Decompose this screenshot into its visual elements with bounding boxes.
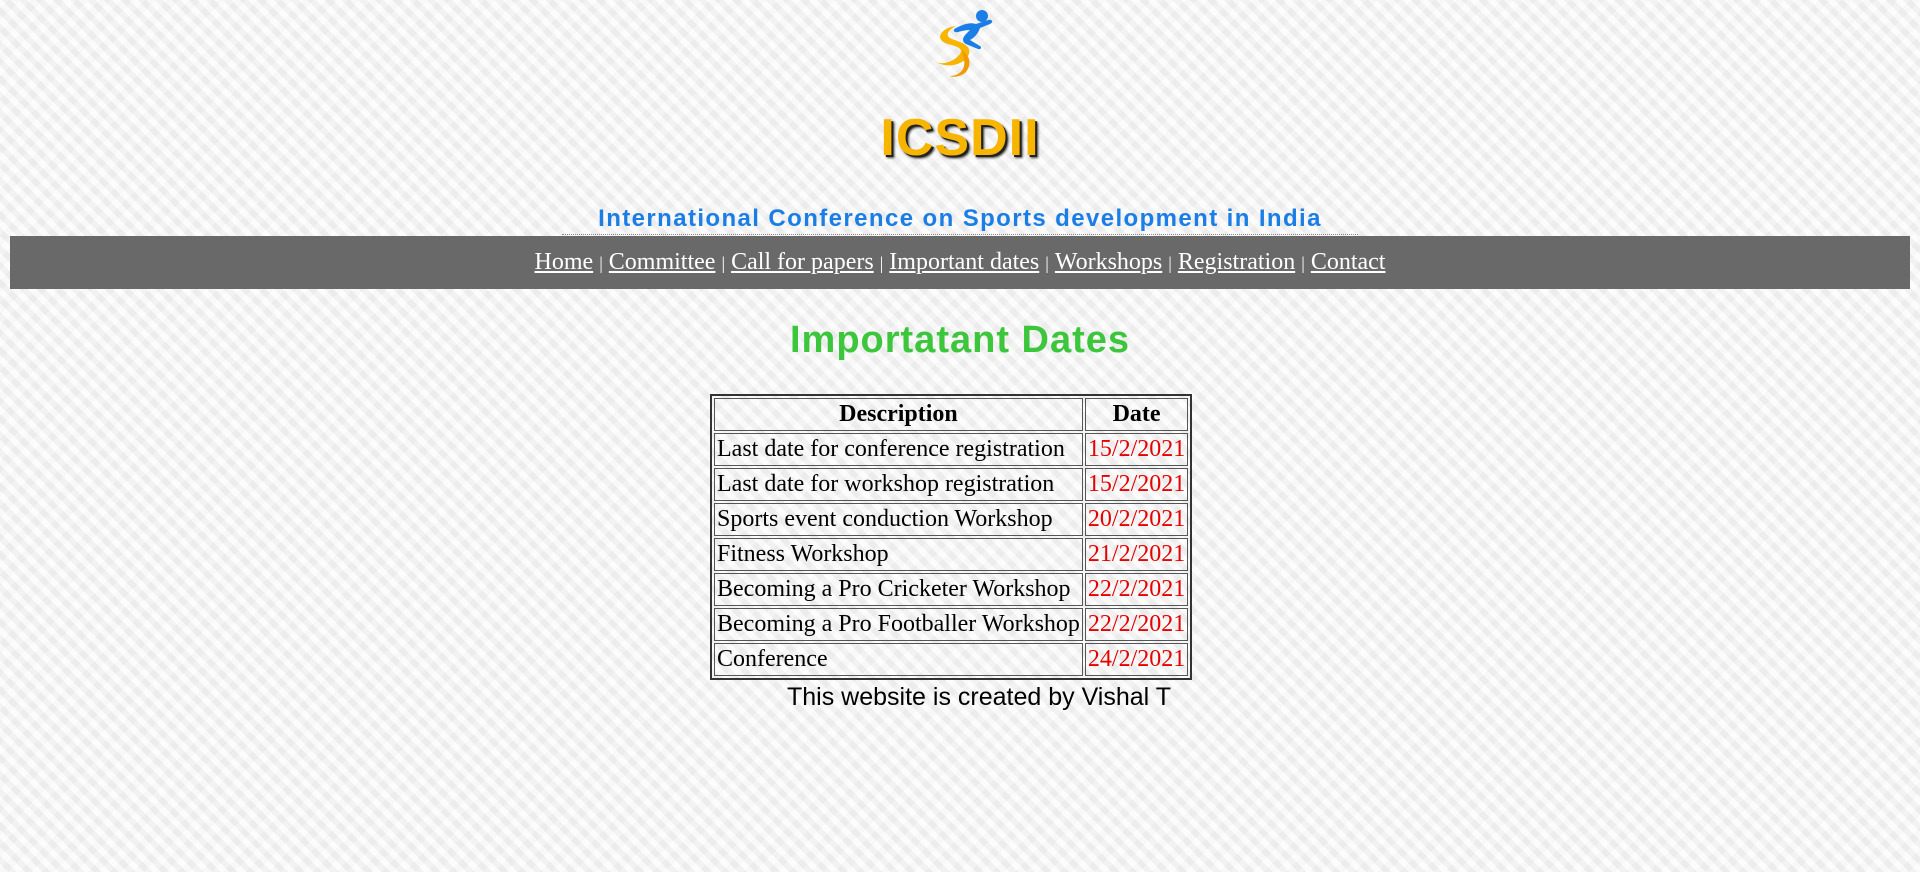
table-row: Last date for conference registration 15…: [714, 433, 1189, 466]
row-description: Sports event conduction Workshop: [714, 503, 1083, 536]
row-date: 22/2/2021: [1084, 573, 1189, 606]
table-row: Becoming a Pro Footballer Workshop 22/2/…: [714, 608, 1189, 641]
table-row: Conference 24/2/2021: [714, 643, 1189, 676]
nav-home[interactable]: Home: [535, 249, 594, 275]
row-date: 20/2/2021: [1084, 503, 1189, 536]
footer: This website is created by Vishal T: [0, 681, 1920, 713]
row-date: 21/2/2021: [1084, 538, 1189, 571]
subtitle-container: International Conference on Sports devel…: [0, 204, 1920, 235]
nav-separator: |: [1045, 253, 1049, 273]
row-description: Last date for workshop registration: [714, 468, 1083, 501]
row-date: 24/2/2021: [1084, 643, 1189, 676]
site-subtitle: International Conference on Sports devel…: [562, 204, 1358, 235]
row-description: Last date for conference registration: [714, 433, 1083, 466]
page-title: Importatant Dates: [789, 319, 1131, 361]
important-dates-table: Description Date Last date for conferenc…: [710, 394, 1193, 680]
site-title: ICSDII: [880, 109, 1040, 167]
nav-workshops[interactable]: Workshops: [1055, 249, 1162, 275]
main-nav: Home | Committee | Call for papers | Important…: [10, 236, 1910, 289]
nav-separator: |: [1301, 253, 1305, 273]
table-row: Last date for workshop registration 15/2…: [714, 468, 1189, 501]
column-header-description: Description: [714, 398, 1083, 431]
row-description: Becoming a Pro Footballer Workshop: [714, 608, 1083, 641]
row-description: Conference: [714, 643, 1083, 676]
row-description: Becoming a Pro Cricketer Workshop: [714, 573, 1083, 606]
column-header-date: Date: [1084, 398, 1189, 431]
nav-separator: |: [721, 253, 726, 273]
row-description: Fitness Workshop: [714, 538, 1083, 571]
row-date: 15/2/2021: [1084, 433, 1189, 466]
sports-figure-logo-icon: [936, 10, 993, 77]
nav-contact[interactable]: Contact: [1311, 249, 1386, 275]
nav-important-dates[interactable]: Important dates: [889, 249, 1039, 275]
nav-registration[interactable]: Registration: [1178, 249, 1295, 275]
nav-separator: |: [879, 253, 884, 273]
table-header-row: Description Date: [714, 398, 1189, 431]
row-date: 15/2/2021: [1084, 468, 1189, 501]
table-row: Sports event conduction Workshop 20/2/20…: [714, 503, 1189, 536]
nav-separator: |: [599, 253, 603, 273]
nav-call-for-papers[interactable]: Call for papers: [731, 249, 874, 275]
nav-separator: |: [1168, 253, 1172, 273]
table-row: Becoming a Pro Cricketer Workshop 22/2/2…: [714, 573, 1189, 606]
footer-credit: This website is created by Vishal T: [787, 683, 1171, 711]
table-row: Fitness Workshop 21/2/2021: [714, 538, 1189, 571]
row-date: 22/2/2021: [1084, 608, 1189, 641]
nav-committee[interactable]: Committee: [609, 249, 716, 275]
